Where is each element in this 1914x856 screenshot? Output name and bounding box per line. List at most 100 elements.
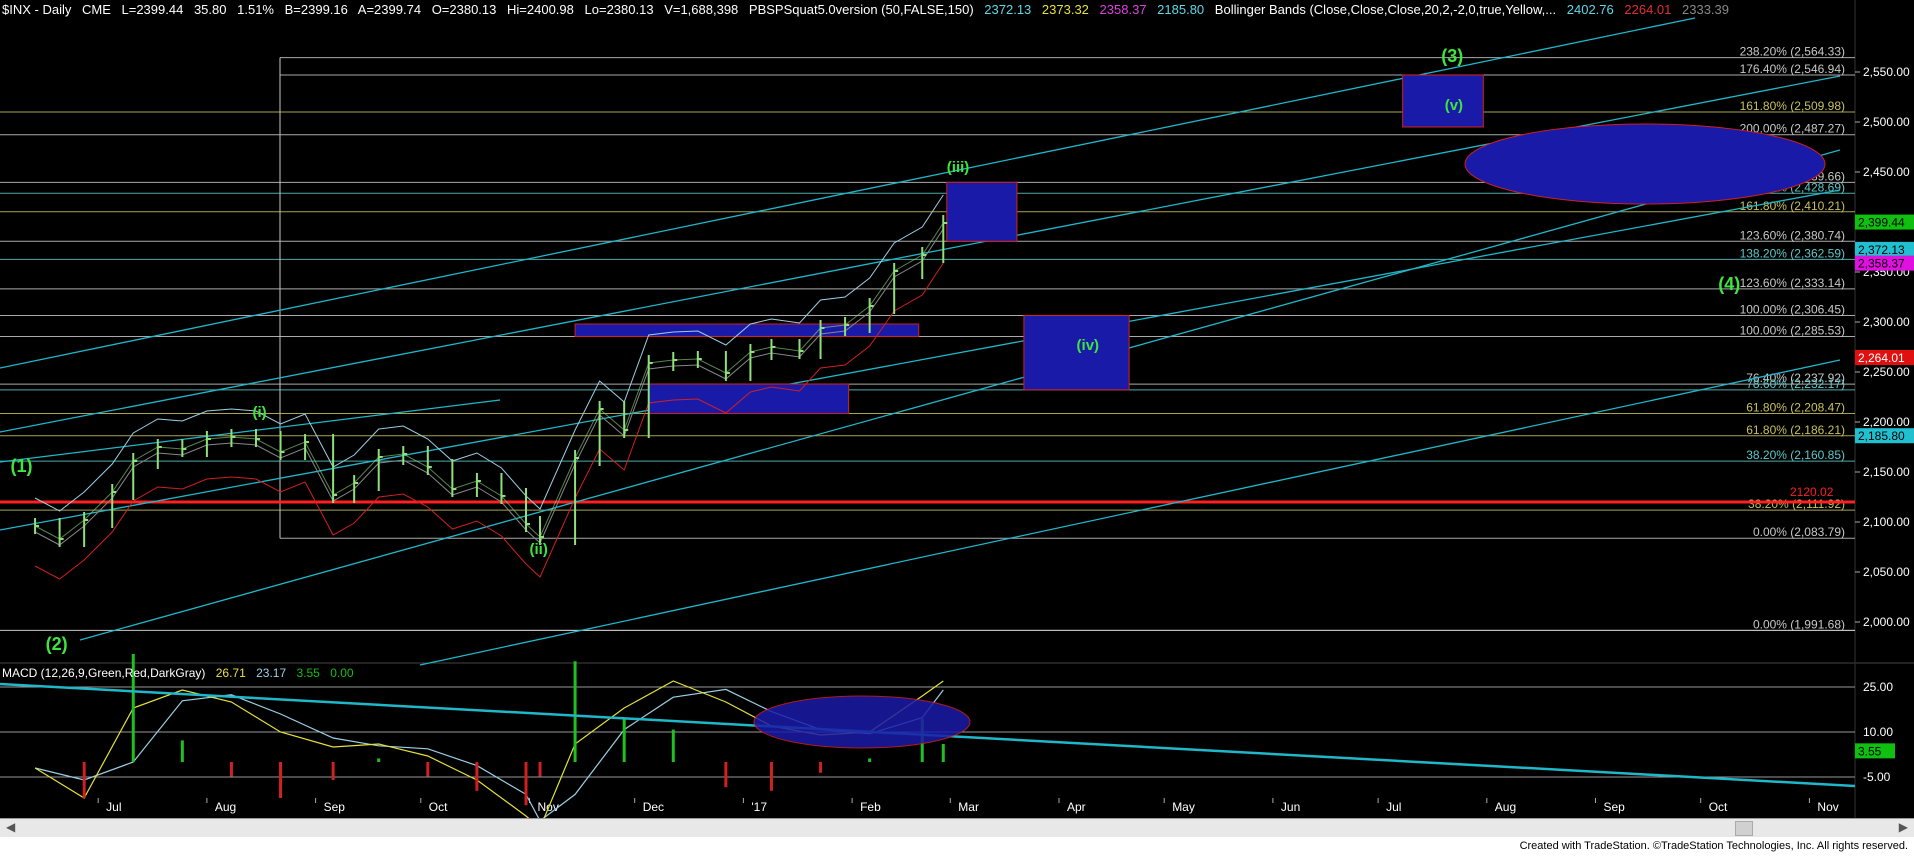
channel-line <box>0 399 501 463</box>
scroll-left-icon[interactable]: ◀ <box>6 820 15 834</box>
y-tick-label: 2,500.00 <box>1863 115 1910 129</box>
y-tick-label: 2,000.00 <box>1863 615 1910 629</box>
fib-level-label: 238.20% (2,564.33) <box>1740 45 1845 59</box>
scroll-thumb[interactable] <box>1735 821 1753 836</box>
macd-value-4: 0.00 <box>330 666 354 680</box>
wave-label: (3) <box>1441 46 1463 66</box>
price-tag-label: 2,372.13 <box>1858 243 1905 257</box>
macd-header: MACD (12,26,9,Green,Red,DarkGray) 26.71 … <box>2 666 361 680</box>
last-price: L=2399.44 <box>121 2 184 17</box>
fib-level-label: 61.80% (2,208.47) <box>1746 401 1845 415</box>
wave-label: (4) <box>1718 274 1740 294</box>
exchange-label: CME <box>81 2 111 17</box>
y-tick-label: 2,050.00 <box>1863 565 1910 579</box>
volume: V=1,688,398 <box>664 2 739 17</box>
x-tick-label: Jul <box>106 800 121 814</box>
fib-level-label: 0.00% (1,991.68) <box>1753 617 1845 631</box>
x-tick-label: Aug <box>215 800 236 814</box>
symbol-label: $INX - Daily <box>2 2 72 17</box>
price-tag-label: 2,358.37 <box>1858 257 1905 271</box>
bands-name: Bollinger Bands (Close,Close,Close,20,2,… <box>1214 2 1557 17</box>
fib-level-label: 123.60% (2,380.74) <box>1740 228 1845 242</box>
open-price: O=2380.13 <box>431 2 497 17</box>
price-tag-label: 2,185.80 <box>1858 429 1905 443</box>
wave-label: (1) <box>11 456 33 476</box>
target-ellipse <box>1464 123 1826 205</box>
scroll-right-icon[interactable]: ▶ <box>1899 820 1908 834</box>
macd-tag-label: 3.55 <box>1858 744 1882 758</box>
x-tick-label: Apr <box>1067 800 1086 814</box>
study-value-1: 2372.13 <box>984 2 1032 17</box>
fib-level-label: 38.20% (2,160.85) <box>1746 448 1845 462</box>
y-tick-label: 2,200.00 <box>1863 415 1910 429</box>
y-tick-label: 2,150.00 <box>1863 465 1910 479</box>
support-box-lower <box>648 383 850 415</box>
macd-value-3: 3.55 <box>296 666 320 680</box>
macd-value-2: 23.17 <box>256 666 287 680</box>
wave-label: (i) <box>252 404 266 421</box>
horizontal-scrollbar[interactable]: ◀ ▶ <box>0 818 1914 837</box>
study-name: PBSPSquat5.0version (50,FALSE,150) <box>748 2 974 17</box>
wave-label: (ii) <box>529 541 547 558</box>
wave-label: (iii) <box>947 159 970 176</box>
fib-level-label: 138.20% (2,362.59) <box>1740 246 1845 260</box>
macd-divergence-ellipse <box>753 695 971 749</box>
price-tag-label: 2,264.01 <box>1858 351 1905 365</box>
x-tick-label: Aug <box>1495 800 1516 814</box>
x-tick-label: Oct <box>429 800 448 814</box>
bands-value-2: 2264.01 <box>1624 2 1672 17</box>
macd-tick-label: 25.00 <box>1863 680 1893 694</box>
macd-tick-label: -5.00 <box>1863 770 1891 784</box>
price-tag-label: 2,399.44 <box>1858 216 1905 230</box>
wave-label: (2) <box>46 634 68 654</box>
fib-level-label: 161.80% (2,509.98) <box>1740 99 1845 113</box>
x-tick-label: Sep <box>1604 800 1626 814</box>
fib-level-label: 176.40% (2,546.94) <box>1740 62 1845 76</box>
fib-level-label: 61.80% (2,186.21) <box>1746 423 1845 437</box>
macd-value-1: 26.71 <box>215 666 246 680</box>
fib-level-label: 78.60% (2,232.17) <box>1746 377 1845 391</box>
study-value-2: 2373.32 <box>1041 2 1089 17</box>
study-value-4: 2185.80 <box>1157 2 1205 17</box>
bid-price: B=2399.16 <box>284 2 348 17</box>
x-tick-label: May <box>1172 800 1195 814</box>
target-box-v <box>1402 74 1484 128</box>
target-box-iii <box>946 181 1018 242</box>
bands-value-3: 2333.39 <box>1682 2 1729 17</box>
ask-price: A=2399.74 <box>357 2 422 17</box>
net-change: 35.80 <box>193 2 227 17</box>
y-tick-label: 2,250.00 <box>1863 365 1910 379</box>
macd-name: MACD (12,26,9,Green,Red,DarkGray) <box>2 666 206 680</box>
y-tick-label: 2,300.00 <box>1863 315 1910 329</box>
x-tick-label: Dec <box>643 800 664 814</box>
price-chart[interactable]: 2,550.002,500.002,450.002,400.002,350.00… <box>0 0 1914 818</box>
x-tick-label: Feb <box>860 800 881 814</box>
fib-level-label: 123.60% (2,333.14) <box>1740 276 1845 290</box>
support-label: 2120.02 <box>1790 485 1834 499</box>
chart-header: $INX - Daily CME L=2399.44 35.80 1.51% B… <box>2 2 1736 18</box>
high-price: Hi=2400.98 <box>507 2 574 17</box>
x-tick-label: Jun <box>1281 800 1300 814</box>
fib-level-label: 100.00% (2,306.45) <box>1740 303 1845 317</box>
footer: Created with TradeStation. ©TradeStation… <box>0 837 1914 856</box>
pct-change: 1.51% <box>237 2 274 17</box>
fib-level-label: 38.20% (2,111.92) <box>1748 497 1845 511</box>
x-tick-label: Nov <box>1817 800 1838 814</box>
x-tick-label: Mar <box>958 800 979 814</box>
x-tick-label: Jul <box>1386 800 1401 814</box>
y-tick-label: 2,550.00 <box>1863 65 1910 79</box>
wave-label: (iv) <box>1077 337 1100 354</box>
y-tick-label: 2,450.00 <box>1863 165 1910 179</box>
study-value-3: 2358.37 <box>1099 2 1147 17</box>
bollinger-upper <box>34 194 944 512</box>
bollinger-lower <box>34 262 944 580</box>
x-tick-label: Sep <box>324 800 346 814</box>
fib-level-label: 0.00% (2,083.79) <box>1753 525 1845 539</box>
low-price: Lo=2380.13 <box>584 2 654 17</box>
footer-credit: Created with TradeStation. ©TradeStation… <box>1519 840 1908 852</box>
macd-tick-label: 10.00 <box>1863 725 1893 739</box>
support-box-upper <box>574 323 920 337</box>
fib-level-label: 100.00% (2,285.53) <box>1740 323 1845 337</box>
wave-label: (v) <box>1445 97 1463 114</box>
bands-value-1: 2402.76 <box>1566 2 1614 17</box>
